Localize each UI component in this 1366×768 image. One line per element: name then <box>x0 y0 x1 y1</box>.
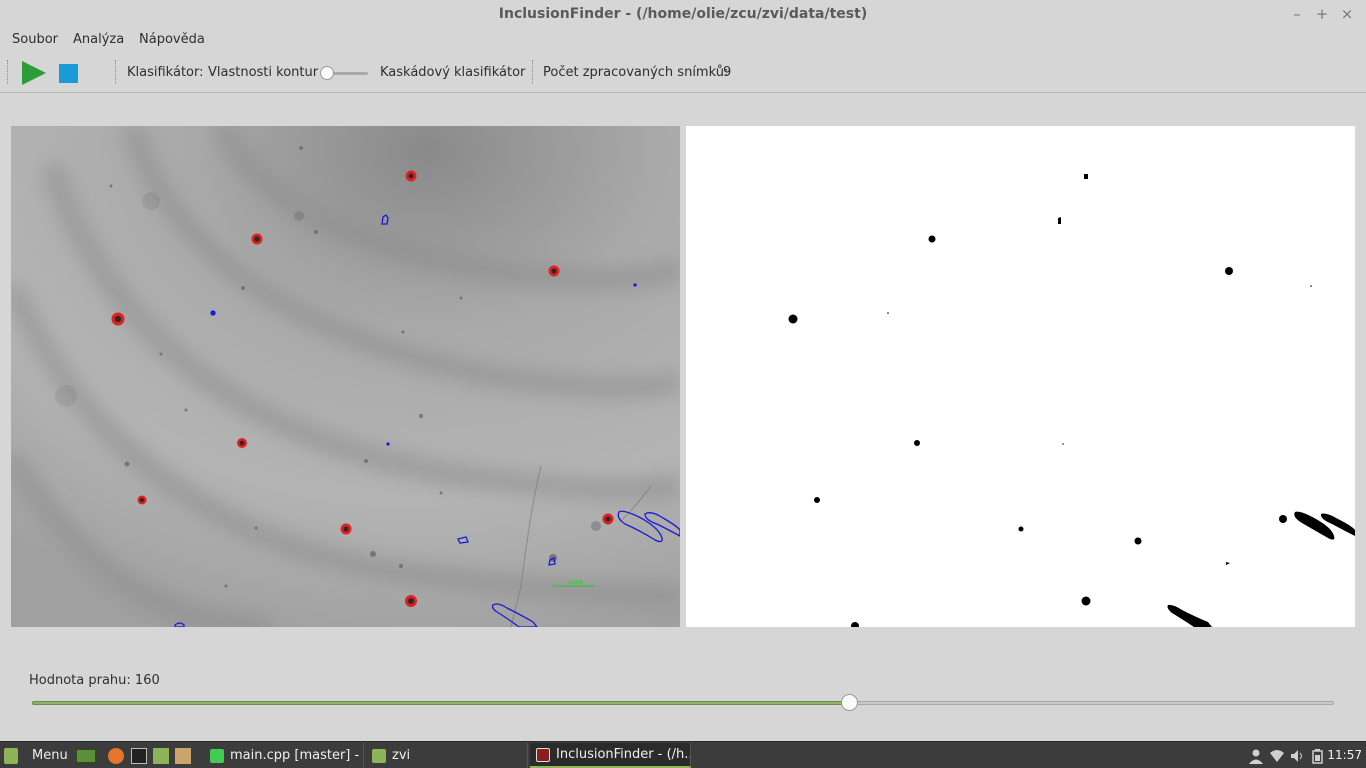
classifier-option-cascade[interactable]: Kaskádový klasifikátor <box>380 65 525 80</box>
task-label: InclusionFinder - (/h... <box>556 747 691 762</box>
classifier-switch[interactable] <box>318 65 370 81</box>
threshold-slider-handle[interactable] <box>840 694 858 711</box>
battery-icon[interactable] <box>1310 748 1326 764</box>
folder-icon <box>372 748 386 763</box>
toolbar-separator <box>532 60 535 84</box>
play-icon <box>22 61 46 85</box>
clock[interactable]: 11:57 <box>1327 748 1362 762</box>
volume-icon[interactable] <box>1289 748 1305 764</box>
binary-image <box>686 126 1355 627</box>
terminal-icon[interactable] <box>131 748 147 764</box>
toolbar: Klasifikátor: Vlastnosti kontur Kaskádov… <box>0 51 1366 93</box>
title-bar[interactable]: InclusionFinder - (/home/olie/zcu/zvi/da… <box>0 0 1366 29</box>
threshold-label: Hodnota prahu: 160 <box>29 673 160 688</box>
classifier-switch-knob[interactable] <box>320 66 334 80</box>
processed-count-value: 9 <box>723 65 732 80</box>
classifier-label: Klasifikátor: <box>127 65 204 80</box>
processed-count-label: Počet zpracovaných snímků: <box>543 65 729 80</box>
wifi-icon[interactable] <box>1269 748 1285 764</box>
play-button[interactable] <box>20 60 48 86</box>
original-image-view[interactable]: 1mm <box>11 126 680 627</box>
threshold-image-view[interactable] <box>686 126 1355 627</box>
firefox-icon[interactable] <box>108 748 124 764</box>
stop-icon <box>59 64 78 83</box>
taskbar-task-inclusionfinder[interactable]: InclusionFinder - (/h... <box>530 743 691 768</box>
menu-bar: Soubor Analýza Nápověda <box>0 29 1366 51</box>
start-menu-label: Menu <box>32 748 68 763</box>
minimize-button[interactable]: – <box>1287 4 1307 24</box>
classifier-option-contours[interactable]: Vlastnosti kontur <box>208 65 318 80</box>
stop-button[interactable] <box>58 63 80 85</box>
close-button[interactable]: × <box>1337 4 1357 24</box>
app-icon <box>536 747 550 762</box>
toolbar-grip[interactable] <box>7 60 10 84</box>
menu-napoveda[interactable]: Nápověda <box>139 32 205 47</box>
mint-logo-icon <box>4 747 18 764</box>
clapper-icon[interactable] <box>175 748 191 764</box>
toolbar-separator <box>115 60 118 84</box>
task-label: zvi <box>392 748 411 763</box>
taskbar-task-qtcreator[interactable]: main.cpp [master] - ... <box>204 743 364 768</box>
taskbar-task-zvi[interactable]: zvi <box>366 743 528 768</box>
taskbar: Menu main.cpp [master] - ... zvi Inclusi… <box>0 741 1366 768</box>
menu-soubor[interactable]: Soubor <box>12 32 58 47</box>
qtcreator-icon <box>210 748 224 763</box>
micrograph-image: 1mm <box>11 126 680 627</box>
threshold-slider[interactable] <box>30 694 1336 712</box>
files-icon[interactable] <box>153 748 169 764</box>
user-icon[interactable] <box>1248 748 1264 764</box>
show-desktop-icon[interactable] <box>76 749 96 763</box>
maximize-button[interactable]: + <box>1312 4 1332 24</box>
window-title: InclusionFinder - (/home/olie/zcu/zvi/da… <box>498 6 868 22</box>
task-label: main.cpp [master] - ... <box>230 748 364 763</box>
scale-bar-label: 1mm <box>568 579 584 586</box>
threshold-slider-fill <box>32 701 849 705</box>
menu-analyza[interactable]: Analýza <box>73 32 124 47</box>
